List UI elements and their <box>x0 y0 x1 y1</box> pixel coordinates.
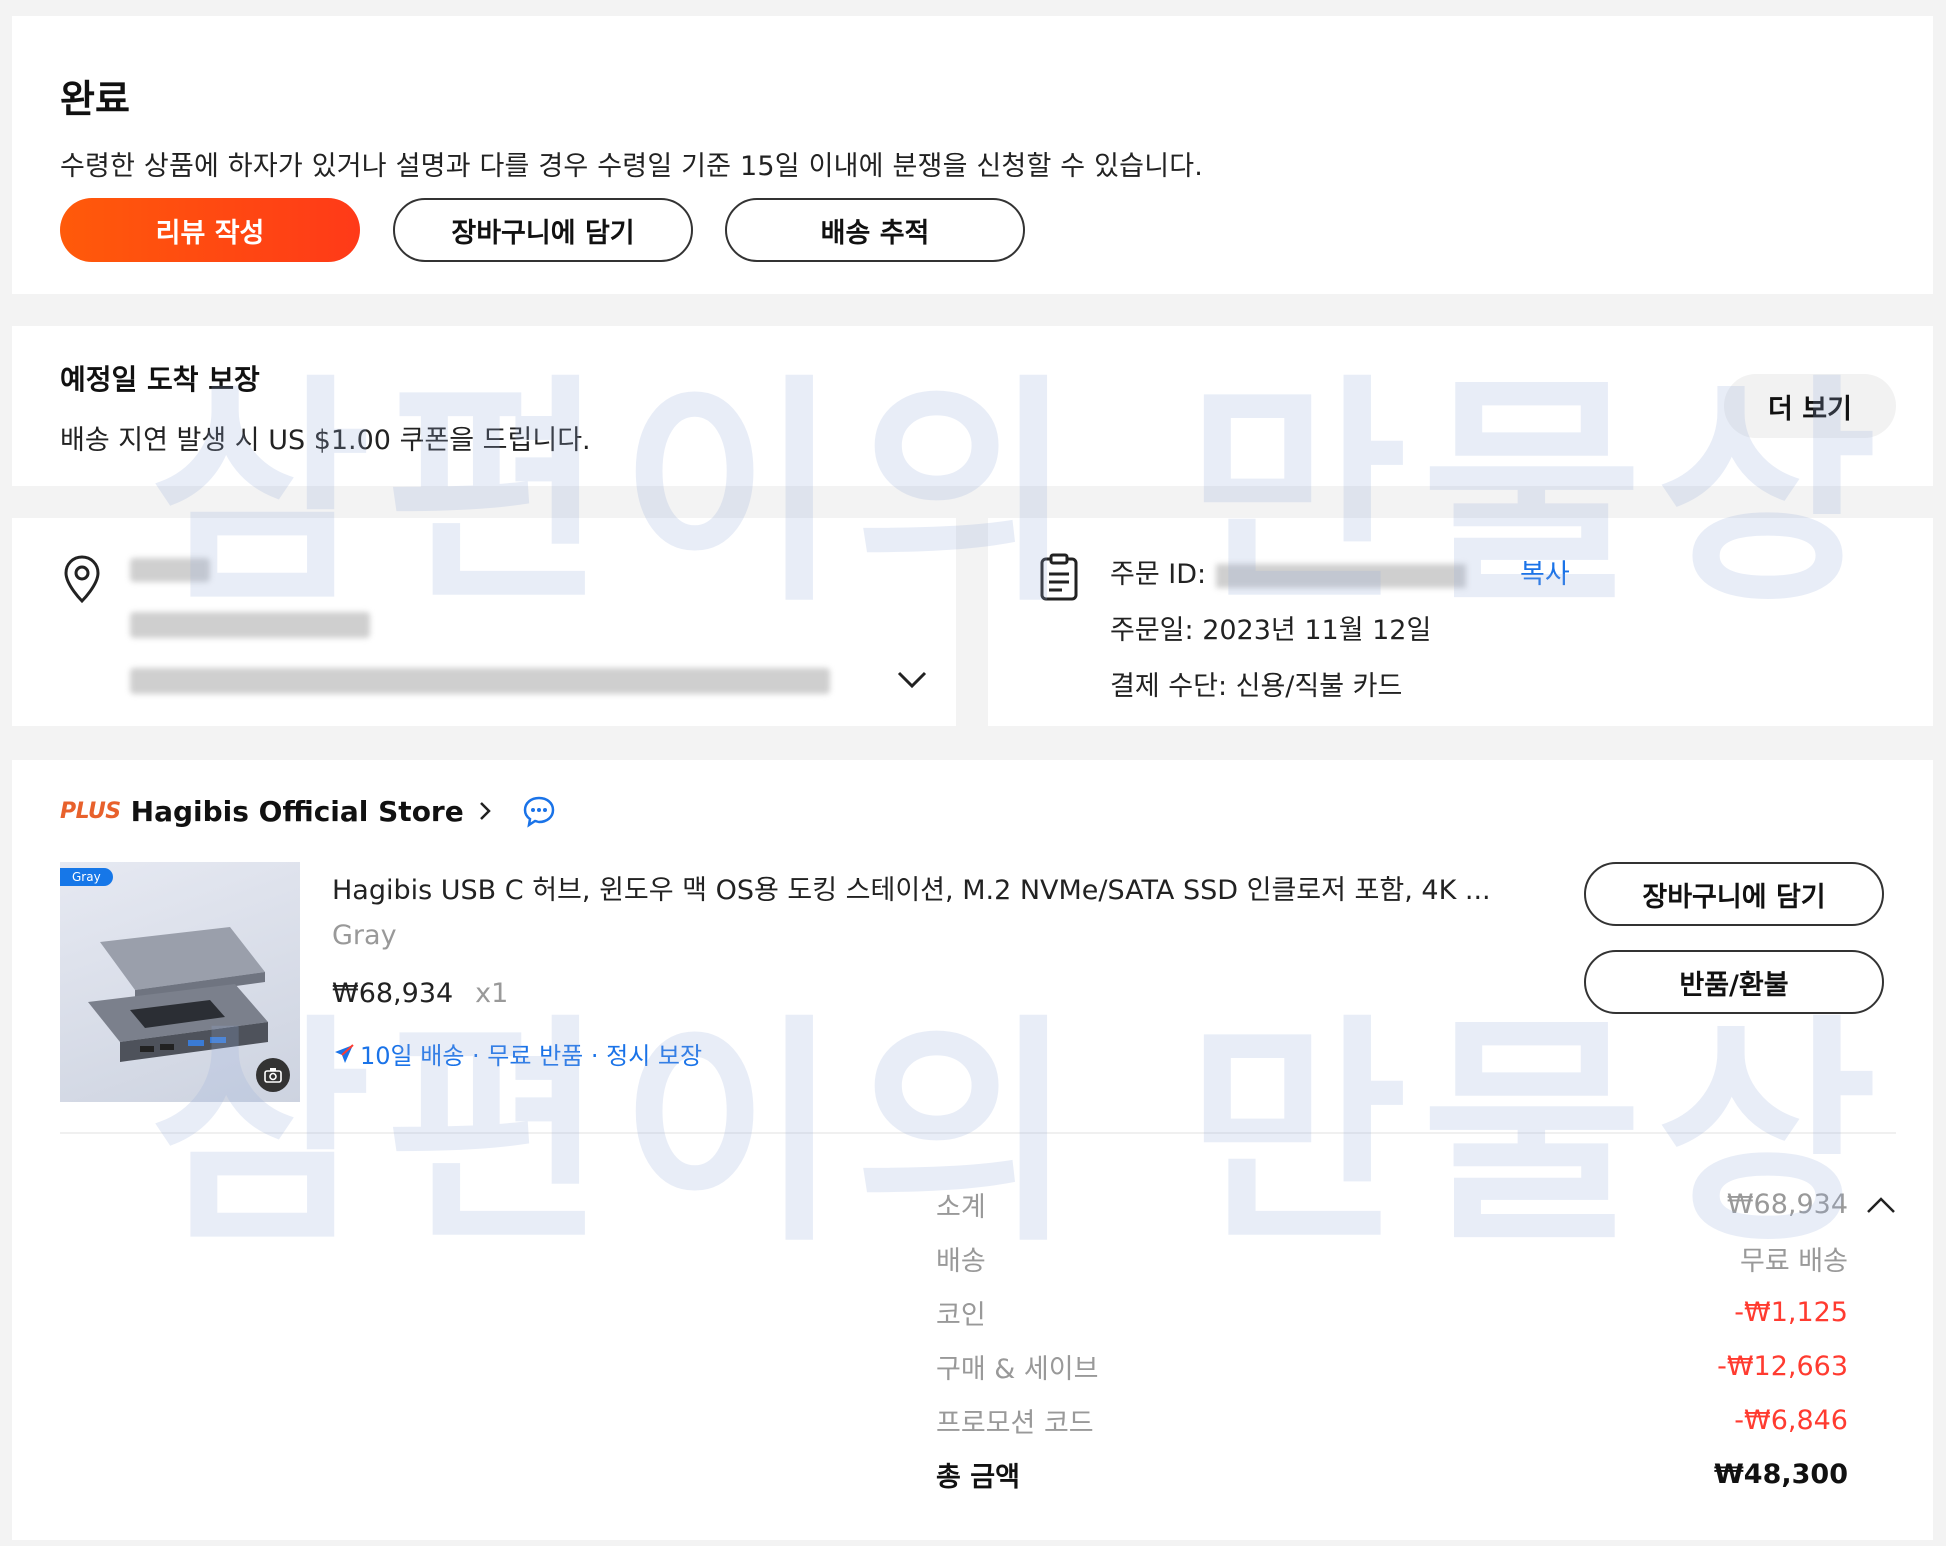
status-description: 수령한 상품에 하자가 있거나 설명과 다를 경우 수령일 기준 15일 이내에… <box>60 151 1204 182</box>
track-shipping-button[interactable]: 배송 추적 <box>725 198 1025 262</box>
chevron-down-icon[interactable] <box>894 662 930 698</box>
shipping-value: 무료 배송 <box>1740 1245 1848 1277</box>
product-price: ₩68,934 <box>332 978 454 1009</box>
order-id-row: 주문 ID: <box>1110 552 1467 591</box>
product-price-row: ₩68,934 x1 <box>332 978 508 1009</box>
delivery-guarantee-card: 예정일 도착 보장 배송 지연 발생 시 US $1.00 쿠폰을 드립니다. … <box>12 326 1933 486</box>
chevron-right-icon[interactable] <box>474 800 496 822</box>
status-title: 완료 <box>60 77 130 121</box>
airplane-icon <box>335 1043 354 1063</box>
store-row[interactable]: PLUS Hagibis Official Store <box>60 794 556 828</box>
chevron-up-icon[interactable] <box>1864 1188 1898 1222</box>
order-date: 주문일: 2023년 11월 12일 <box>1110 615 1432 646</box>
coins-value: -₩1,125 <box>1734 1296 1848 1328</box>
product-thumbnail[interactable]: Gray <box>60 862 300 1102</box>
recipient-address-redacted <box>130 668 830 694</box>
camera-icon[interactable] <box>256 1058 290 1092</box>
summary-promo-row: 프로모션 코드 -₩6,846 <box>936 1400 1848 1440</box>
divider <box>60 1132 1896 1134</box>
plus-badge: PLUS <box>60 798 121 824</box>
recipient-name-redacted <box>130 558 210 582</box>
summary-bundle-row: 구매 & 세이브 -₩12,663 <box>936 1346 1848 1386</box>
shipping-label: 배송 <box>936 1245 986 1277</box>
subtotal-value: ₩68,934 <box>1726 1188 1848 1220</box>
see-more-button[interactable]: 더 보기 <box>1724 374 1896 438</box>
order-info-card: 주문 ID: 복사 주문일: 2023년 11월 12일 결제 수단: 신용/직… <box>988 518 1933 726</box>
recipient-phone-redacted <box>130 612 370 638</box>
guarantee-description: 배송 지연 발생 시 US $1.00 쿠폰을 드립니다. <box>60 425 591 456</box>
coins-label: 코인 <box>936 1299 986 1331</box>
delivery-perks-text: 10일 배송 · 무료 반품 · 정시 보장 <box>360 1042 703 1070</box>
order-item-card: PLUS Hagibis Official Store Gray Hagibis… <box>12 760 1933 1540</box>
store-name-link[interactable]: Hagibis Official Store <box>131 795 464 828</box>
item-add-to-cart-button[interactable]: 장바구니에 담기 <box>1584 862 1884 926</box>
product-quantity: x1 <box>475 978 509 1009</box>
payment-method: 결제 수단: 신용/직불 카드 <box>1110 671 1403 702</box>
copy-order-id-link[interactable]: 복사 <box>1520 552 1570 591</box>
summary-coins-row: 코인 -₩1,125 <box>936 1292 1848 1332</box>
bundle-value: -₩12,663 <box>1717 1350 1848 1382</box>
total-label: 총 금액 <box>936 1461 1020 1493</box>
total-value: ₩48,300 <box>1714 1458 1848 1490</box>
subtotal-label: 소계 <box>936 1191 986 1223</box>
shipping-address-card <box>12 518 956 726</box>
write-review-button[interactable]: 리뷰 작성 <box>60 198 360 262</box>
order-status-card: 완료 수령한 상품에 하자가 있거나 설명과 다를 경우 수령일 기준 15일 … <box>12 16 1933 294</box>
return-refund-button[interactable]: 반품/환불 <box>1584 950 1884 1014</box>
location-pin-icon <box>64 555 100 604</box>
guarantee-title: 예정일 도착 보장 <box>60 363 260 396</box>
order-id-redacted <box>1216 563 1467 588</box>
add-to-cart-button[interactable]: 장바구니에 담기 <box>393 198 693 262</box>
product-variant: Gray <box>332 920 397 951</box>
summary-subtotal-row: 소계 ₩68,934 <box>936 1184 1848 1224</box>
summary-shipping-row: 배송 무료 배송 <box>936 1238 1848 1278</box>
promo-label: 프로모션 코드 <box>936 1407 1094 1439</box>
bundle-label: 구매 & 세이브 <box>936 1353 1099 1385</box>
summary-total-row: 총 금액 ₩48,300 <box>936 1454 1848 1494</box>
promo-value: -₩6,846 <box>1734 1404 1848 1436</box>
chat-bubble-icon[interactable] <box>522 794 556 828</box>
order-id-label: 주문 ID: <box>1110 559 1207 590</box>
product-title-link[interactable]: Hagibis USB C 허브, 윈도우 맥 OS용 도킹 스테이션, M.2… <box>332 868 1491 907</box>
clipboard-icon <box>1040 553 1078 601</box>
delivery-perks: 10일 배송 · 무료 반품 · 정시 보장 <box>332 1036 702 1071</box>
